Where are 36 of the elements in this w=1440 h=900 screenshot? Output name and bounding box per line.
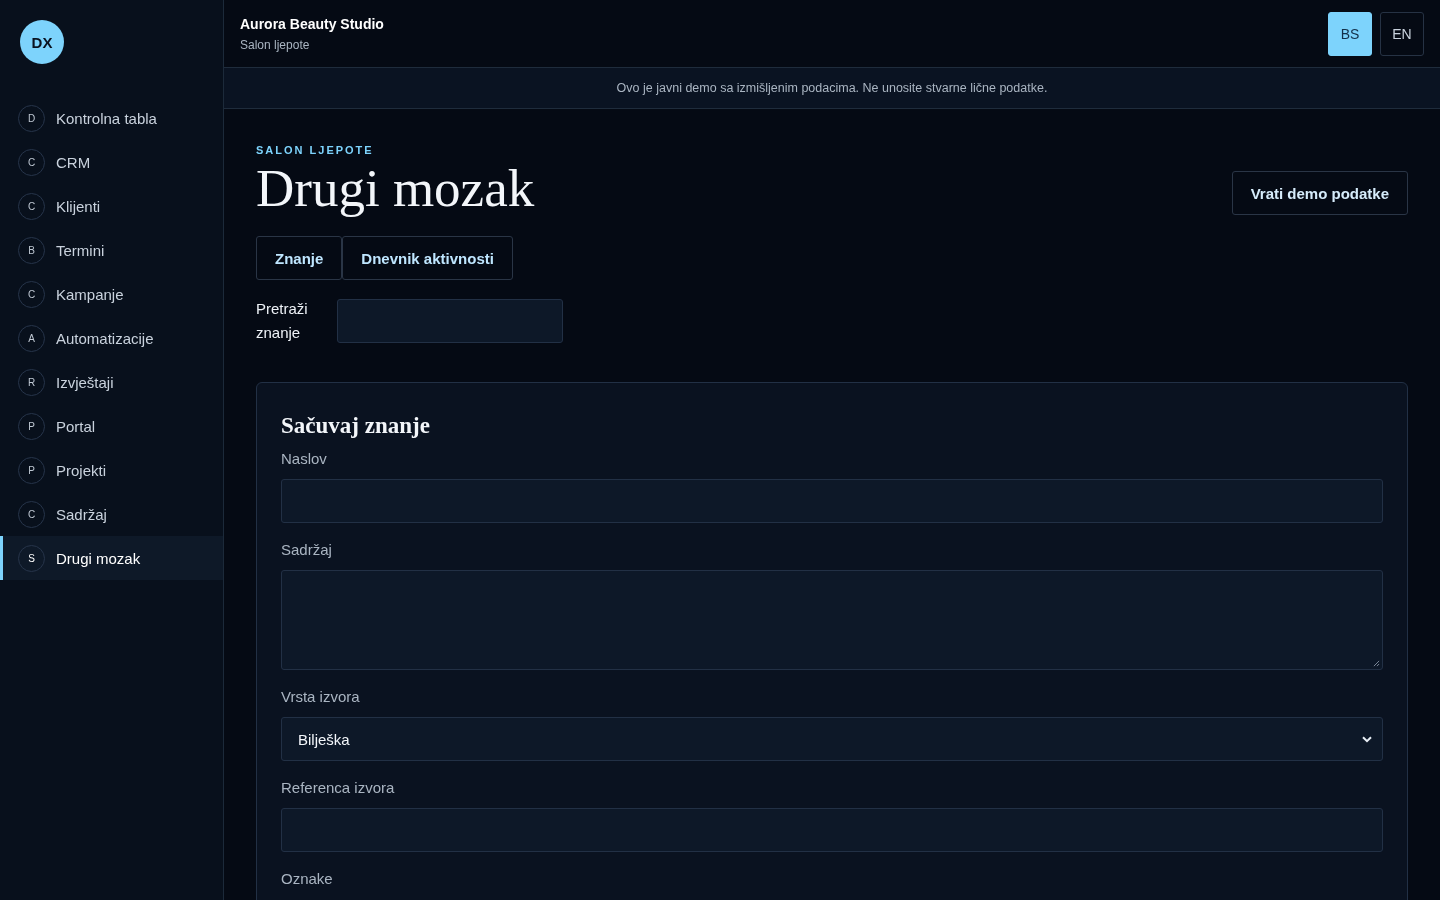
field-label: Vrsta izvora (281, 687, 361, 707)
demo-notice: Ovo je javni demo sa izmišljenim podacima. Ne unosite stvarne lične podatke. (616, 81, 1048, 95)
language-button[interactable]: BS (1328, 11, 1372, 56)
input-field[interactable] (281, 479, 1383, 523)
textarea-field[interactable] (281, 570, 1383, 670)
studio-subtitle: Salon ljepote (240, 36, 311, 53)
search-field[interactable] (337, 299, 563, 343)
sidebar-item[interactable]: D Kontrolna tabla (0, 96, 223, 140)
chevron-down-icon (1362, 735, 1372, 743)
search-label: Pretraži znanje (256, 299, 309, 343)
form-title: Sačuvaj znanje (281, 412, 431, 440)
page-eyebrow: SALON LJEPOTE (256, 143, 375, 157)
field-label: Referenca izvora (281, 778, 396, 798)
input-field[interactable] (281, 808, 1383, 852)
sidebar-item[interactable]: P Portal (0, 404, 223, 448)
sidebar-item[interactable]: C CRM (0, 140, 223, 184)
reset-demo-button[interactable]: Vrati demo podatke (1231, 171, 1408, 215)
avatar: DX (20, 20, 64, 64)
sidebar-item[interactable]: C Kampanje (0, 272, 223, 316)
sidebar-item[interactable]: B Termini (0, 228, 223, 272)
sidebar-item[interactable]: C Sadržaj (0, 492, 223, 536)
field-label: Oznake (281, 869, 334, 889)
language-button[interactable]: EN (1380, 11, 1424, 56)
resize-grip-icon[interactable] (1373, 660, 1380, 667)
sidebar-item[interactable]: S Drugi mozak (0, 536, 223, 580)
sidebar-item[interactable]: A Automatizacije (0, 316, 223, 360)
sidebar-item[interactable]: P Projekti (0, 448, 223, 492)
sidebar-item[interactable]: R Izvještaji (0, 360, 223, 404)
field-label: Naslov (281, 449, 328, 469)
page-title: Drugi mozak (256, 158, 535, 219)
studio-name: Aurora Beauty Studio (240, 14, 384, 33)
tab[interactable]: Znanje (256, 236, 343, 280)
field-label: Sadržaj (281, 540, 333, 560)
sidebar-item[interactable]: C Klijenti (0, 184, 223, 228)
source-type-select[interactable]: Bilješka (281, 717, 1383, 761)
tab[interactable]: Dnevnik aktivnosti (342, 236, 513, 280)
